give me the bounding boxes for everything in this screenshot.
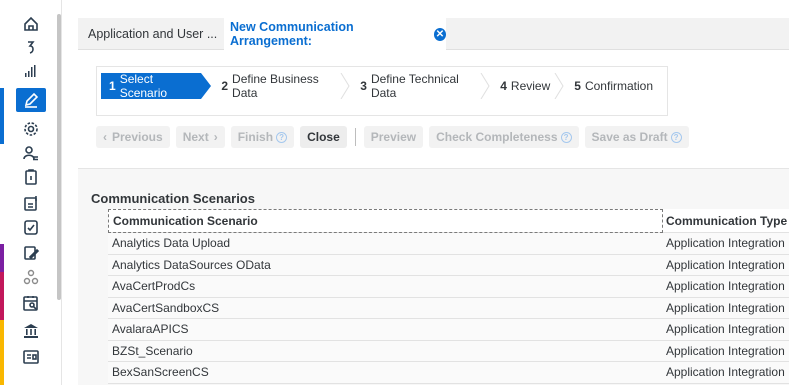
save-as-draft-button[interactable]: Save as Draft ? <box>584 126 689 148</box>
step-label: Define Business Data <box>232 72 319 100</box>
step-label: Confirmation <box>584 79 653 93</box>
button-label: Preview <box>370 130 417 144</box>
table-row[interactable]: BZSt_Scenario Application Integration <box>108 340 789 362</box>
calendar-search-icon[interactable] <box>18 292 44 314</box>
category-stripe-purple <box>0 244 4 272</box>
close-icon[interactable]: ✕ <box>433 27 446 41</box>
table-row[interactable]: AvalaraAPICS Application Integration <box>108 319 789 341</box>
tab-label: Application and User ... <box>88 27 218 41</box>
wizard-step-select-scenario[interactable]: 1 Select Scenario <box>101 72 212 100</box>
scenarios-table: Communication Scenario Communication Typ… <box>108 208 789 384</box>
step-separator-icon <box>480 73 490 99</box>
button-label: Close <box>307 130 340 144</box>
type-cell: Application Integration <box>666 236 785 251</box>
form-icon[interactable] <box>18 242 44 264</box>
tab-new-communication-arrangement[interactable]: New Communication Arrangement: ✕ <box>224 18 446 50</box>
step-number: 2 <box>221 79 229 93</box>
wizard-step-review[interactable]: 4 Review <box>490 73 564 99</box>
category-stripe-magenta <box>0 272 4 320</box>
home-icon[interactable] <box>18 13 44 35</box>
launchpad-sidebar <box>0 0 62 385</box>
step-label: Define Technical Data <box>370 72 459 100</box>
bank-icon[interactable] <box>18 320 44 342</box>
preview-button[interactable]: Preview <box>363 126 424 148</box>
settings-icon[interactable] <box>18 118 44 140</box>
next-button[interactable]: Next › <box>175 126 225 148</box>
wizard-toolbar: ‹ Previous Next › Finish ? Close Preview… <box>96 125 695 149</box>
close-button[interactable]: Close <box>300 126 347 148</box>
help-icon: ? <box>670 131 682 143</box>
wizard-progress-bar: 1 Select Scenario 2 Define Business Data… <box>96 66 668 116</box>
scenario-cell: BexSanScreenCS <box>112 365 209 380</box>
user-list-icon[interactable] <box>18 142 44 164</box>
wizard-step-define-business-data[interactable]: 2 Define Business Data <box>201 72 350 100</box>
step-separator-icon <box>340 73 350 99</box>
help-icon: ? <box>276 131 288 143</box>
check-completeness-button[interactable]: Check Completeness ? <box>429 126 579 148</box>
id-card-icon[interactable] <box>18 346 44 368</box>
button-label: Finish <box>237 130 274 144</box>
step-number: 5 <box>574 79 581 93</box>
step-separator-icon <box>554 73 564 99</box>
table-row[interactable]: Analytics Data Upload Application Integr… <box>108 233 789 255</box>
type-cell: Application Integration <box>666 279 785 294</box>
column-header-type[interactable]: Communication Type <box>663 214 789 228</box>
tab-bar: Application and User ... New Communicati… <box>78 18 789 50</box>
button-label: Previous <box>112 130 163 144</box>
previous-button[interactable]: ‹ Previous <box>96 126 170 148</box>
edit-icon[interactable] <box>16 88 46 112</box>
money-icon[interactable] <box>18 192 44 214</box>
analytics-icon[interactable] <box>18 60 44 82</box>
step-number: 1 <box>109 79 116 93</box>
column-header-scenario[interactable]: Communication Scenario <box>108 208 663 233</box>
type-cell: Application Integration <box>666 257 785 272</box>
type-cell: Application Integration <box>666 322 785 337</box>
button-label: Check Completeness <box>436 130 558 144</box>
toolbar-divider <box>354 128 356 146</box>
tab-application-and-user[interactable]: Application and User ... <box>88 18 217 50</box>
communication-scenarios-section: Communication Scenarios Communication Sc… <box>78 168 789 385</box>
tab-label: New Communication Arrangement: <box>230 20 354 48</box>
chevron-left-icon: ‹ <box>103 130 107 144</box>
sidebar-scrollbar[interactable] <box>57 14 61 300</box>
category-stripe-yellow <box>0 320 4 385</box>
step-label: Select Scenario <box>119 72 168 100</box>
check-icon[interactable] <box>18 216 44 238</box>
type-cell: Application Integration <box>666 300 785 315</box>
scenario-cell: AvaCertSandboxCS <box>112 300 220 315</box>
network-icon[interactable] <box>18 266 44 288</box>
table-row[interactable]: Analytics DataSources OData Application … <box>108 254 789 276</box>
category-stripe-blue <box>0 88 4 144</box>
chevron-right-icon: › <box>213 130 218 144</box>
table-header-row: Communication Scenario Communication Typ… <box>108 208 789 233</box>
button-label: Next <box>182 130 209 144</box>
table-row[interactable]: BexSanScreenCS Application Integration <box>108 362 789 384</box>
help-icon: ? <box>560 131 572 143</box>
step-label: Review <box>510 79 551 93</box>
type-cell: Application Integration <box>666 343 785 358</box>
wizard-step-define-technical-data[interactable]: 3 Define Technical Data <box>350 72 490 100</box>
table-row[interactable]: AvaCertSandboxCS Application Integration <box>108 297 789 319</box>
scenario-cell: AvalaraAPICS <box>112 322 189 337</box>
clipboard-icon[interactable] <box>18 166 44 188</box>
button-label: Save as Draft <box>591 130 668 144</box>
type-cell: Application Integration <box>666 365 785 380</box>
scenario-cell: Analytics DataSources OData <box>112 257 271 272</box>
scenario-cell: Analytics Data Upload <box>112 236 231 251</box>
finish-button[interactable]: Finish ? <box>230 126 295 148</box>
scenario-cell: AvaCertProdCs <box>112 279 196 294</box>
step-number: 3 <box>360 79 367 93</box>
scenario-cell: BZSt_Scenario <box>112 343 193 358</box>
refresh-icon[interactable] <box>18 36 44 58</box>
table-row[interactable]: AvaCertProdCs Application Integration <box>108 276 789 298</box>
wizard-step-confirmation[interactable]: 5 Confirmation <box>564 73 667 99</box>
step-number: 4 <box>500 79 507 93</box>
section-title: Communication Scenarios <box>91 191 255 206</box>
